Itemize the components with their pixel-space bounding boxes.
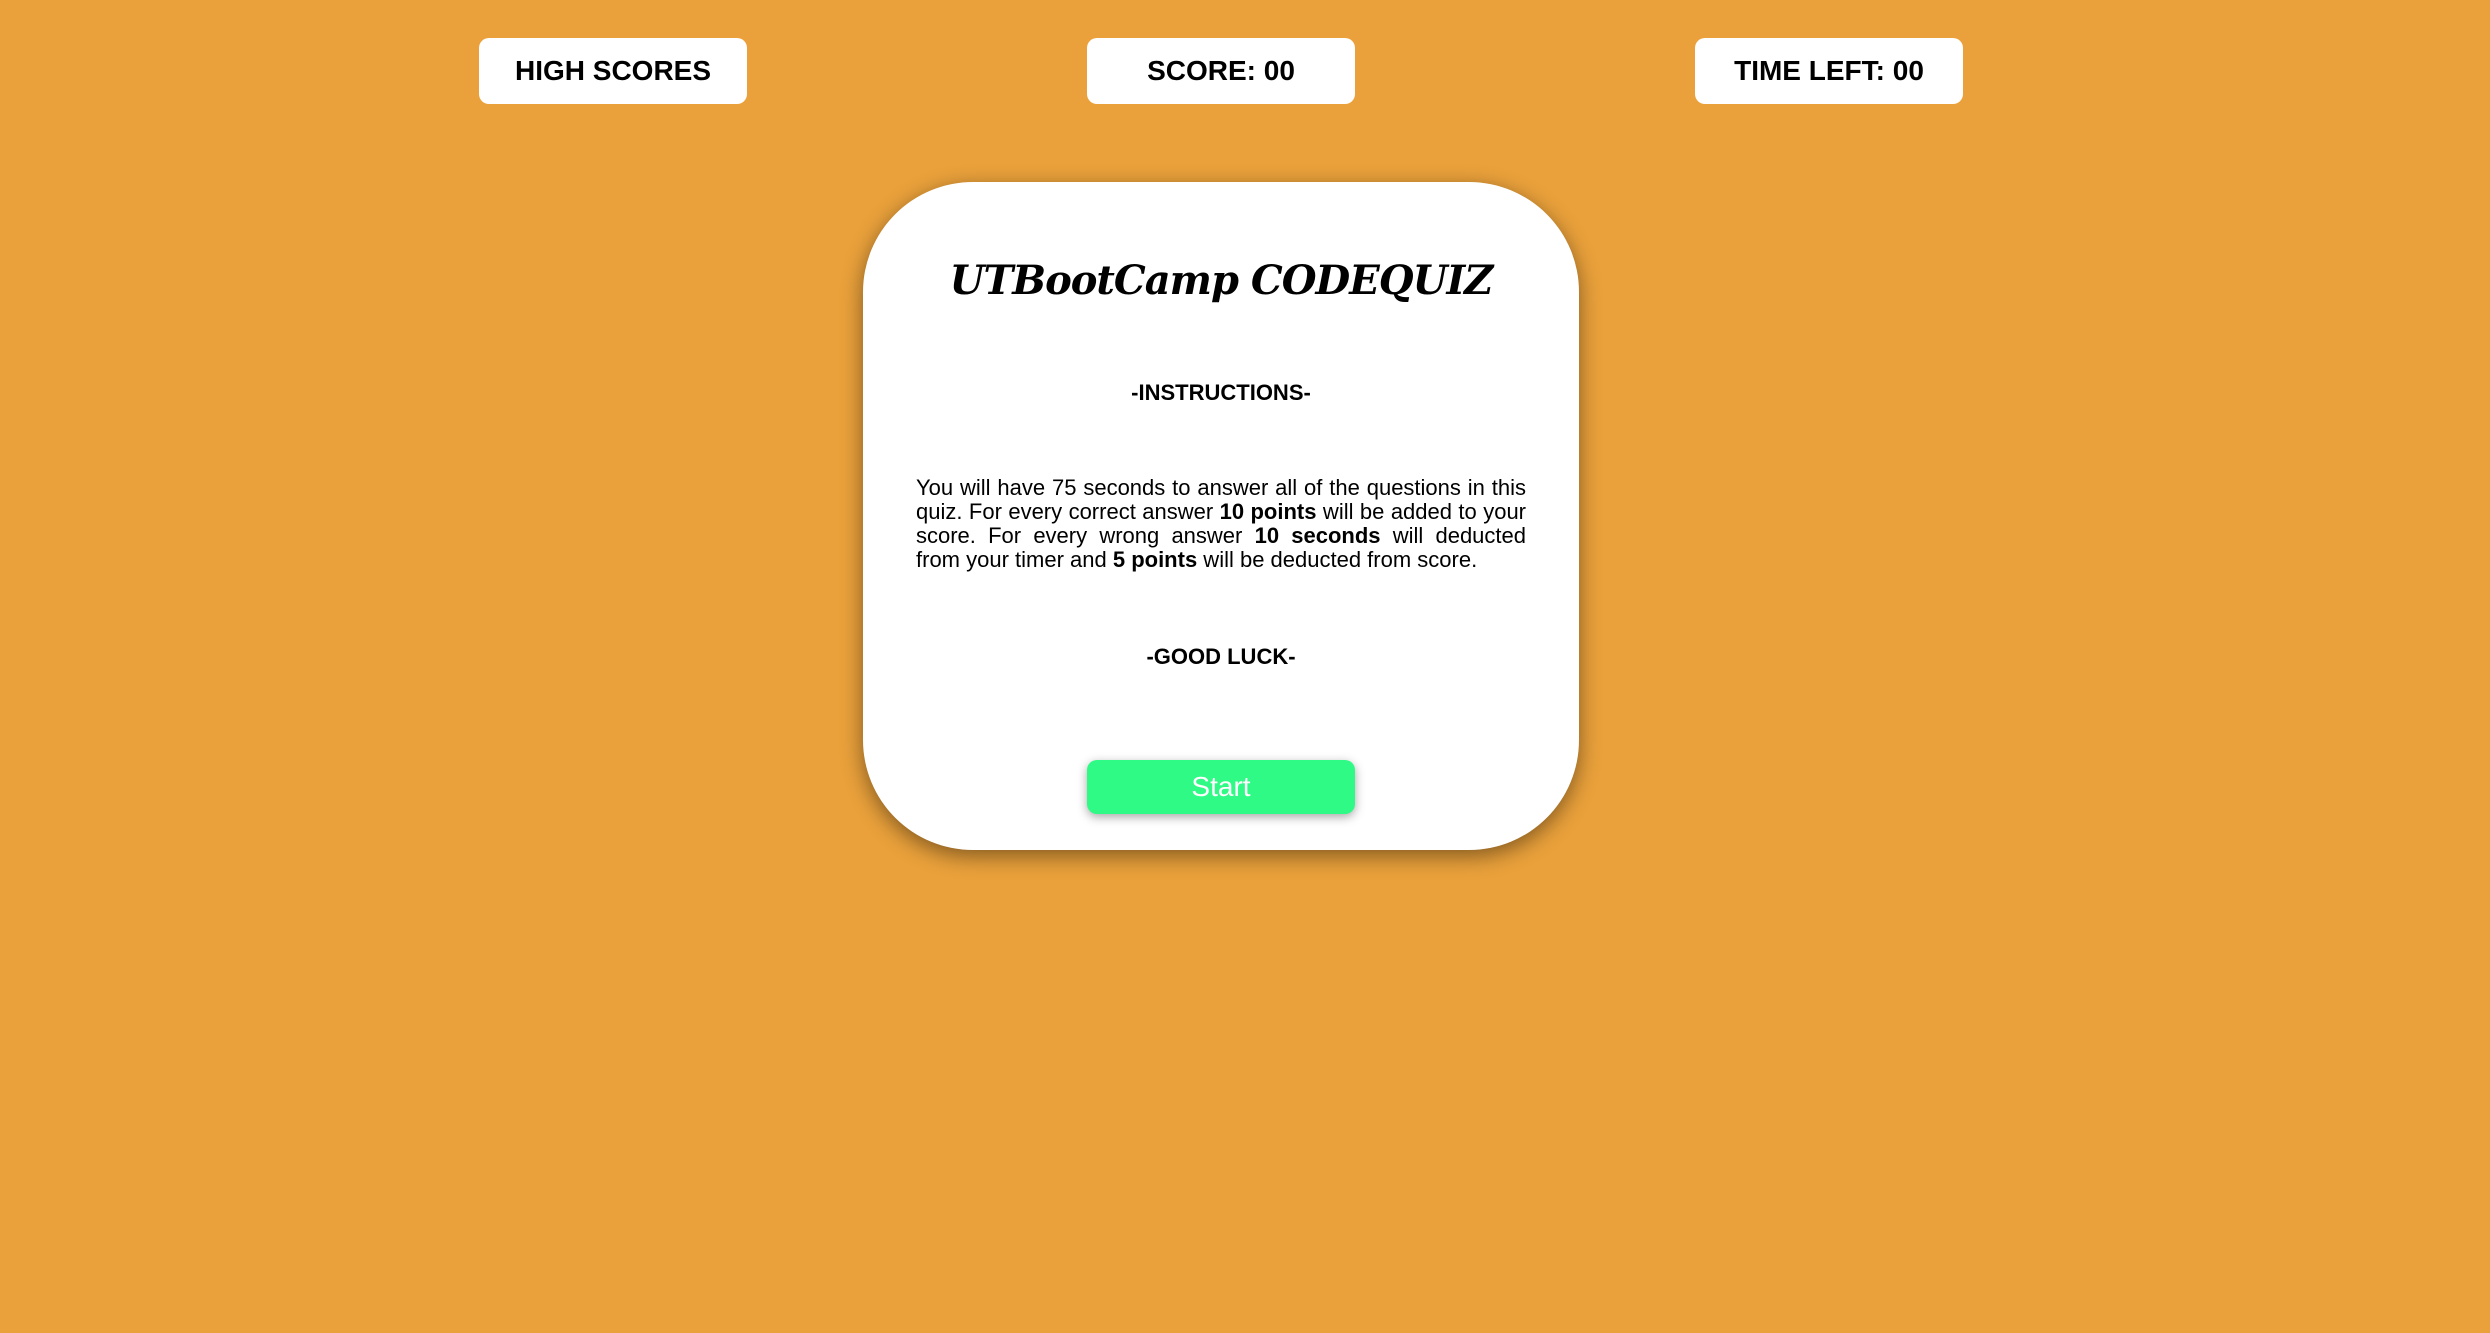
quiz-card: UTBootCamp CODEQUIZ -INSTRUCTIONS- You w… — [863, 182, 1579, 850]
quiz-title: UTBootCamp CODEQUIZ — [949, 257, 1494, 304]
good-luck-text: -GOOD LUCK- — [1146, 644, 1296, 669]
score-display: SCORE: 00 — [1087, 38, 1355, 104]
time-left-display: TIME LEFT: 00 — [1695, 38, 1963, 104]
start-button[interactable]: Start — [1087, 760, 1355, 814]
points-reward-text: 10 points — [1219, 499, 1317, 524]
high-scores-button[interactable]: HIGH SCORES — [479, 38, 747, 104]
instructions-text: You will have 75 seconds to answer all o… — [916, 476, 1526, 572]
time-penalty-text: 10 seconds — [1254, 523, 1381, 548]
points-penalty-text: 5 points — [1112, 547, 1198, 572]
instructions-text-part4: will be deducted from score. — [1197, 547, 1478, 572]
instructions-heading: -INSTRUCTIONS- — [1131, 380, 1311, 405]
